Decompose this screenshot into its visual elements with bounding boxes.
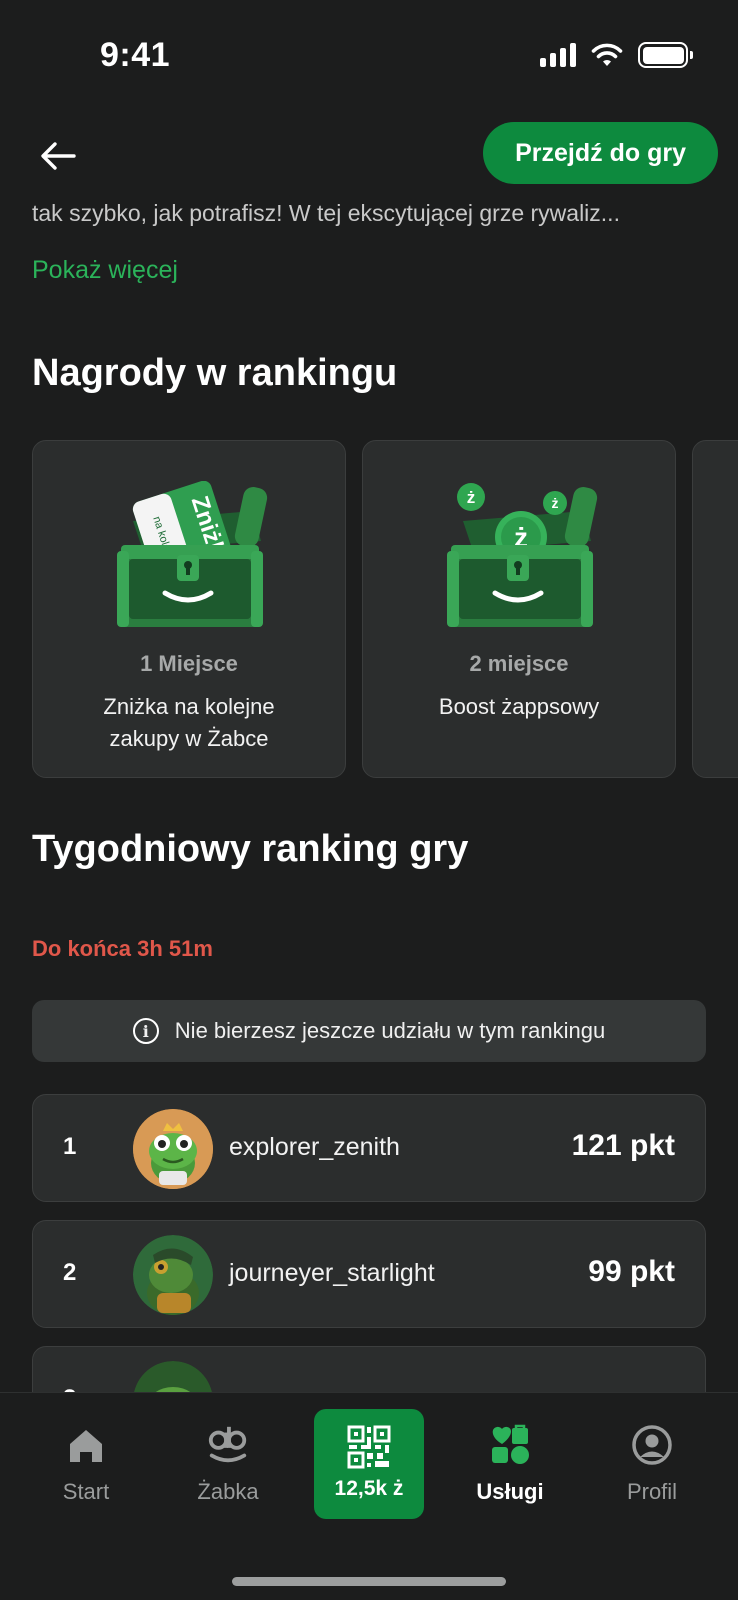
reward-card-3[interactable] <box>692 440 738 778</box>
points-balance: 12,5k ż <box>334 1477 404 1500</box>
rank-points: 99 pkt <box>588 1255 675 1288</box>
rewards-title: Nagrody w rankingu <box>32 352 398 394</box>
qr-code-icon <box>347 1425 391 1469</box>
signal-icon <box>540 43 576 67</box>
nav-item-zabka[interactable]: Żabka <box>168 1393 288 1523</box>
home-icon <box>70 1430 102 1462</box>
reward-desc-line: Boost żappsowy <box>438 694 600 719</box>
coin-symbol: ż <box>467 488 476 507</box>
reward-place: 1 Miejsce <box>140 651 238 676</box>
home-indicator[interactable] <box>232 1577 506 1586</box>
treasure-chest-coins-icon: ż ż ż <box>447 483 598 627</box>
nav-item-uslugi[interactable]: Usługi <box>450 1393 570 1523</box>
top-nav: Przejdź do gry <box>0 110 738 200</box>
arrow-left-icon <box>41 142 76 170</box>
nav-label: Start <box>62 1479 110 1504</box>
status-icons <box>540 42 693 68</box>
back-button[interactable] <box>30 128 86 184</box>
nav-item-profil[interactable]: Profil <box>592 1393 712 1523</box>
ranking-row[interactable]: 1 explorer_zenith 121 pkt <box>32 1094 706 1202</box>
avatar <box>133 1109 213 1189</box>
reward-desc-line: Zniżka na kolejne <box>103 694 275 719</box>
show-more-link[interactable]: Pokaż więcej <box>32 256 178 285</box>
ranking-row[interactable]: 2 journeyer_starlight 99 pkt <box>32 1220 706 1328</box>
qr-scan-button[interactable]: 12,5k ż <box>314 1409 424 1519</box>
services-icon <box>492 1424 529 1464</box>
game-description: tak szybko, jak potrafisz! W tej ekscytu… <box>32 200 620 226</box>
go-to-game-button[interactable]: Przejdź do gry <box>483 122 718 184</box>
ranking-info-banner: i Nie bierzesz jeszcze udziału w tym ran… <box>32 1000 706 1062</box>
info-icon: i <box>132 1018 159 1044</box>
rank-number: 1 <box>63 1133 77 1160</box>
ranking-title: Tygodniowy ranking gry <box>32 828 469 870</box>
status-bar: 9:41 <box>0 0 738 110</box>
reward-description: Zniżka na kolejne zakupy w Żabce <box>53 691 325 755</box>
zabka-logo-icon <box>208 1426 247 1463</box>
treasure-chest-voucher-icon: na kolejne Zniżk <box>117 481 268 627</box>
reward-card-1[interactable]: na kolejne Zniżk 1 Miejsce Zniżka na kol… <box>32 440 346 778</box>
reward-place: 2 miejsce <box>469 651 569 676</box>
reward-description: Boost żappsowy <box>383 691 655 723</box>
nav-label: Usługi <box>476 1479 544 1504</box>
bottom-nav: Start Żabka 12,5k ż Usługi Profil <box>0 1392 738 1600</box>
profile-icon <box>632 1425 672 1465</box>
wifi-icon <box>591 43 623 66</box>
rank-username: journeyer_starlight <box>229 1259 435 1287</box>
battery-icon <box>638 42 693 68</box>
main-content[interactable]: tak szybko, jak potrafisz! W tej ekscytu… <box>0 200 738 1392</box>
ranking-countdown: Do końca 3h 51m <box>32 936 213 961</box>
ranking-info-text: Nie bierzesz jeszcze udziału w tym ranki… <box>174 1018 606 1043</box>
nav-label: Żabka <box>197 1479 259 1504</box>
reward-card-2[interactable]: ż ż ż 2 miejsce Boost żappsowy <box>362 440 676 778</box>
rank-points: 121 pkt <box>571 1129 675 1162</box>
coin-symbol: ż <box>552 495 559 511</box>
rank-number: 2 <box>63 1259 77 1286</box>
nav-item-start[interactable]: Start <box>26 1393 146 1523</box>
rank-number: 3 <box>63 1385 76 1392</box>
avatar <box>133 1235 213 1315</box>
rewards-carousel[interactable]: na kolejne Zniżk 1 Miejsce Zniżka na kol… <box>32 440 738 778</box>
status-time: 9:41 <box>100 36 171 74</box>
avatar <box>134 1361 212 1392</box>
rank-username: explorer_zenith <box>229 1133 400 1161</box>
reward-desc-line: zakupy w Żabce <box>109 726 269 751</box>
nav-label: Profil <box>626 1479 678 1504</box>
ranking-row[interactable]: 3 <box>32 1346 706 1392</box>
